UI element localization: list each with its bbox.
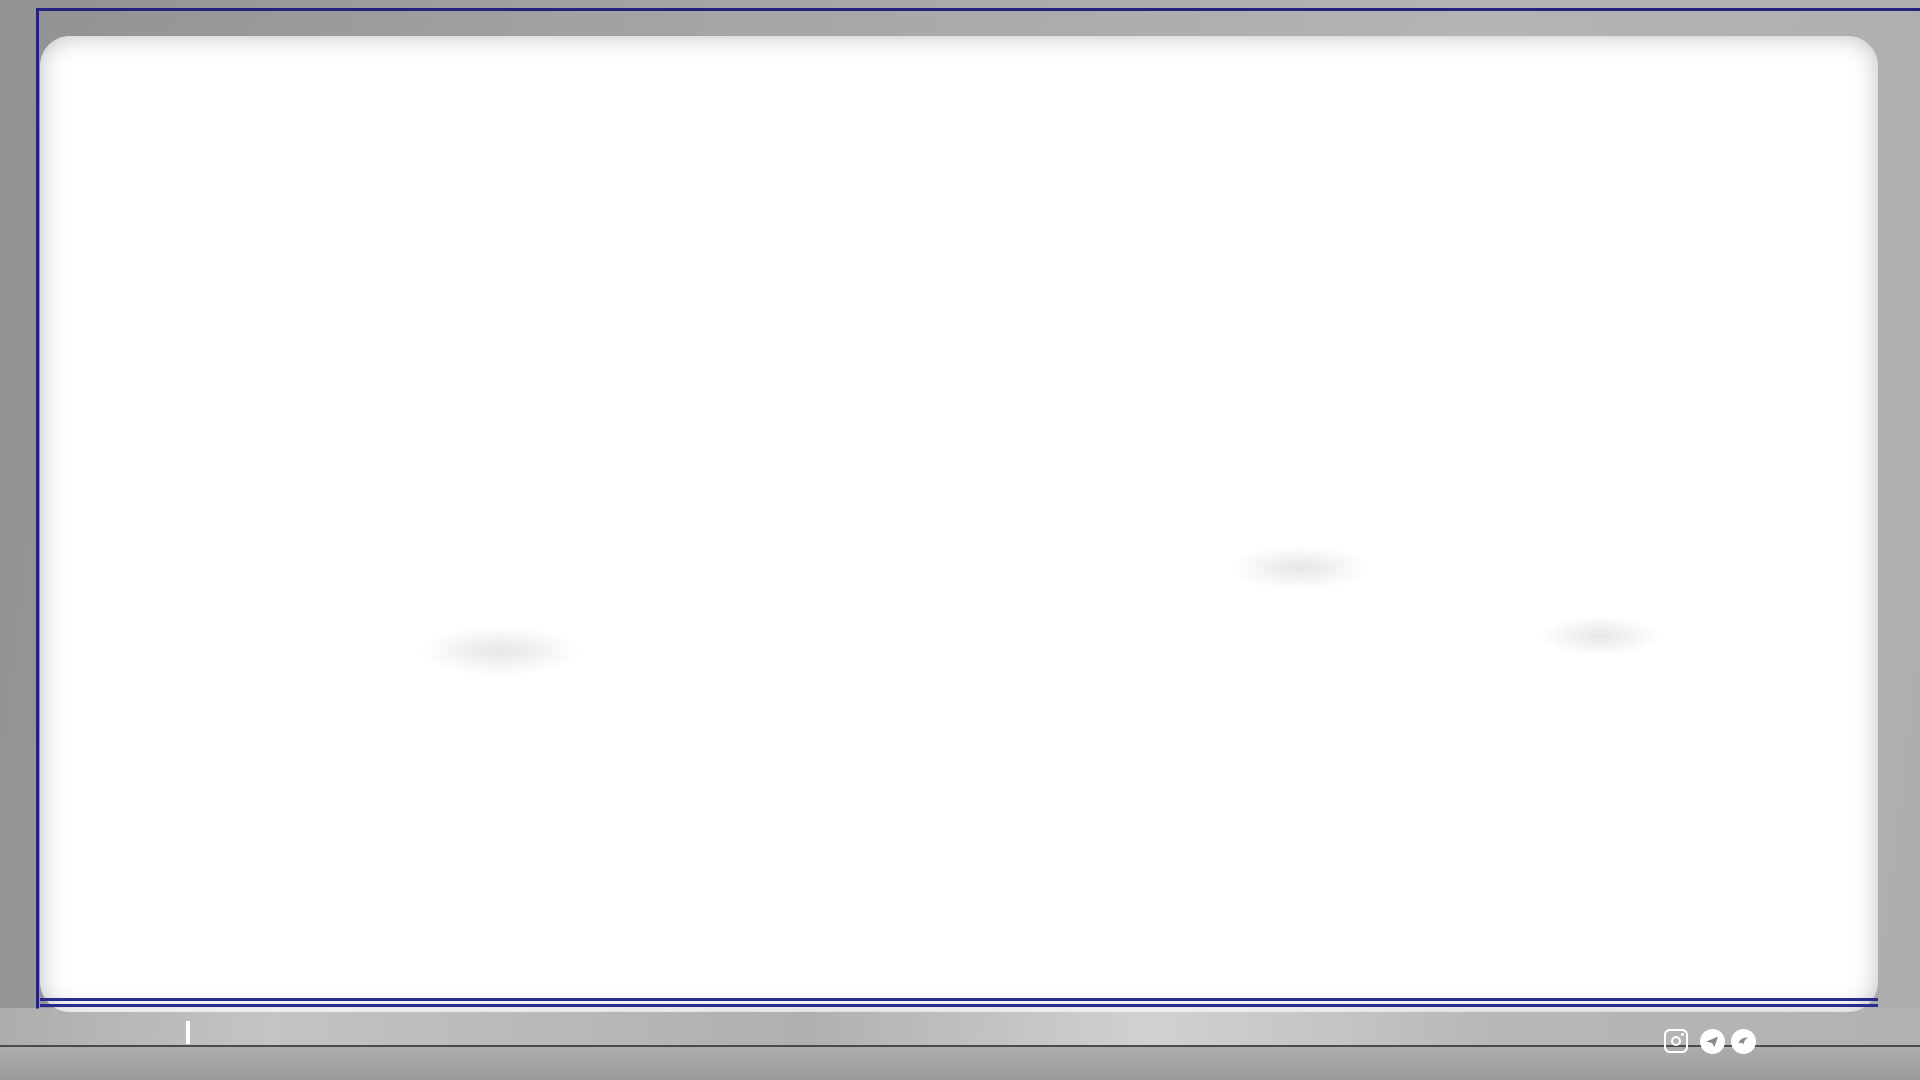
chart-frame-top-border — [36, 8, 1920, 11]
eds-spectrum-plot[interactable] — [40, 36, 1878, 1012]
instagram-icon — [1664, 1029, 1688, 1053]
eds-software-screenshot — [0, 0, 1920, 1080]
bale-messenger-icon — [1731, 1029, 1756, 1054]
chart-frame-bottom-border — [40, 1004, 1878, 1007]
telegram-icon — [1700, 1029, 1725, 1054]
spectrum-panel — [40, 36, 1878, 1012]
publisher-watermark — [908, 1013, 1048, 1016]
news-caption-bar — [0, 1020, 1100, 1046]
status-bar — [0, 1047, 1920, 1080]
caption-divider — [186, 1021, 190, 1044]
social-media-row — [1664, 1028, 1762, 1054]
x-axis-line — [40, 998, 1878, 1001]
chart-frame-left-border — [36, 8, 39, 1009]
